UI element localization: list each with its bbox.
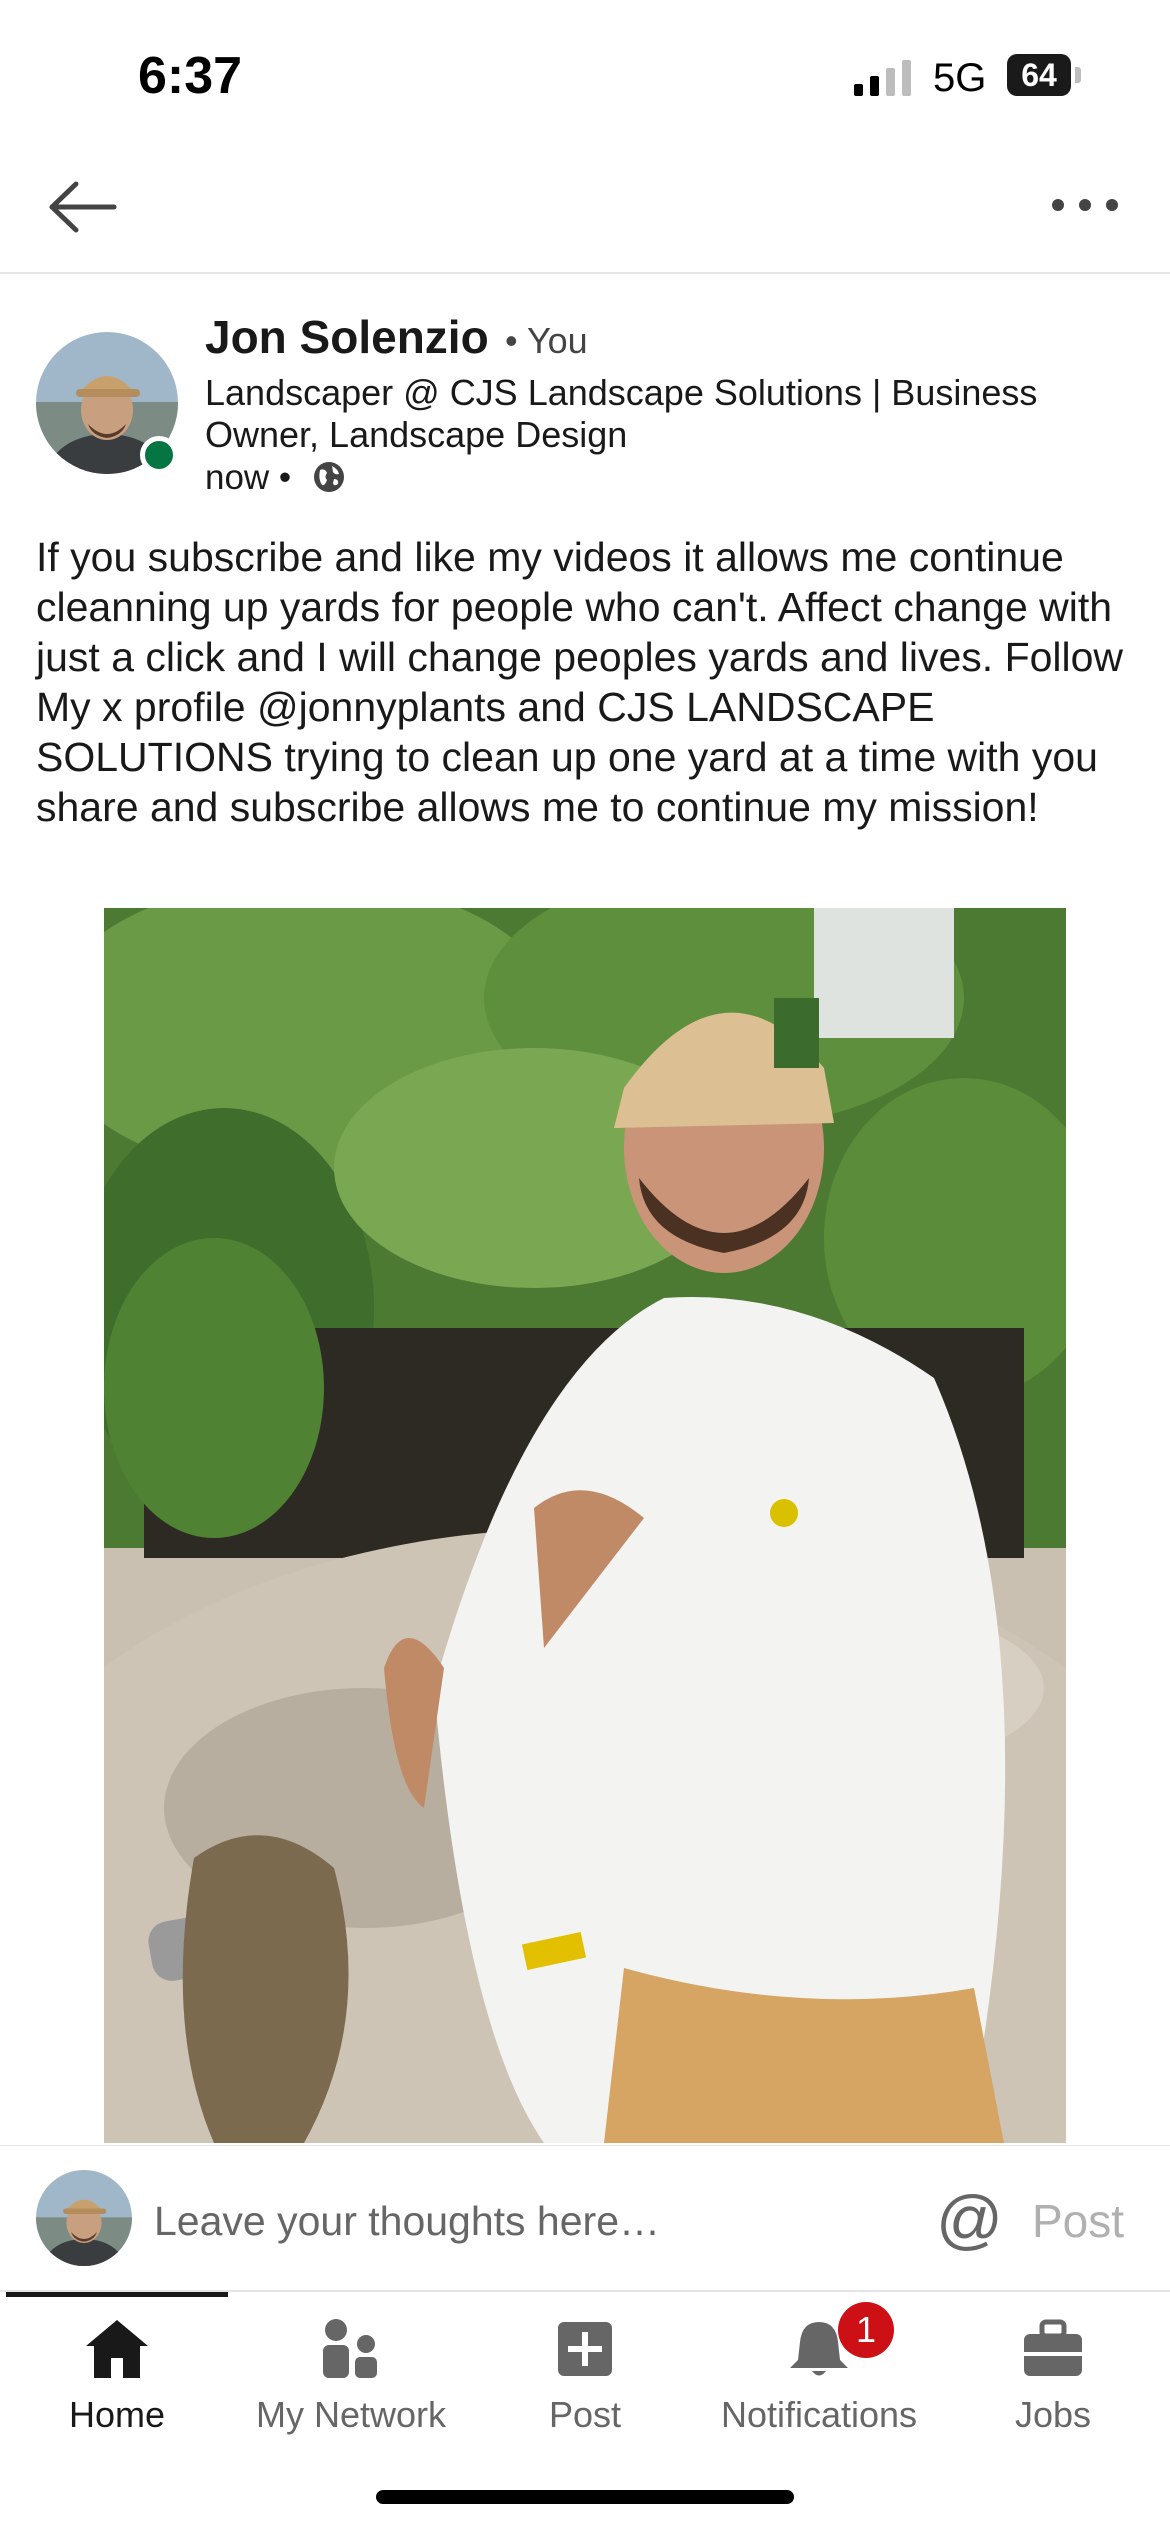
nav-my-network-label: My Network bbox=[255, 2394, 447, 2435]
nav-post-label: Post bbox=[548, 2394, 622, 2435]
home-indicator[interactable] bbox=[376, 2490, 794, 2504]
more-horizontal-icon bbox=[1052, 199, 1118, 211]
nav-my-network[interactable]: My Network bbox=[234, 2300, 468, 2440]
post-timestamp: now • bbox=[205, 458, 292, 497]
globe-icon bbox=[312, 460, 346, 494]
you-badge: • You bbox=[505, 320, 588, 361]
battery-icon: 64 bbox=[1007, 54, 1071, 96]
network-icon bbox=[323, 2319, 377, 2378]
active-tab-indicator bbox=[6, 2292, 228, 2297]
plus-square-icon bbox=[558, 2322, 612, 2376]
arrow-left-icon bbox=[49, 181, 117, 233]
battery-level: 64 bbox=[1021, 56, 1057, 93]
author-name[interactable]: Jon Solenzio bbox=[205, 310, 489, 364]
online-status-indicator bbox=[140, 436, 178, 474]
briefcase-icon bbox=[1024, 2319, 1082, 2376]
nav-jobs[interactable]: Jobs bbox=[936, 2300, 1170, 2440]
commenter-avatar bbox=[36, 2170, 132, 2266]
notification-count-badge: 1 bbox=[838, 2302, 894, 2358]
nav-jobs-label: Jobs bbox=[1014, 2394, 1092, 2435]
mention-button[interactable]: @ bbox=[936, 2182, 1003, 2256]
nav-home[interactable]: Home bbox=[0, 2300, 234, 2440]
author-headline: Landscaper @ CJS Landscape Solutions | B… bbox=[205, 372, 1038, 455]
nav-notifications[interactable]: Notifications bbox=[702, 2300, 936, 2440]
cellular-signal-icon bbox=[854, 60, 911, 96]
post-video[interactable] bbox=[104, 908, 1066, 2143]
post-comment-button[interactable]: Post bbox=[1032, 2194, 1124, 2248]
status-time: 6:37 bbox=[138, 47, 243, 105]
battery-cap bbox=[1075, 67, 1081, 83]
home-icon bbox=[86, 2320, 148, 2378]
more-options-button[interactable] bbox=[1040, 180, 1130, 230]
top-divider bbox=[0, 272, 1170, 274]
nav-notifications-label: Notifications bbox=[720, 2394, 918, 2435]
nav-home-label: Home bbox=[68, 2394, 166, 2435]
post-text: If you subscribe and like my videos it a… bbox=[36, 534, 1124, 830]
back-button[interactable] bbox=[40, 172, 124, 242]
comment-input[interactable] bbox=[154, 2196, 914, 2246]
network-type: 5G bbox=[933, 56, 987, 100]
nav-post[interactable]: Post bbox=[468, 2300, 702, 2440]
